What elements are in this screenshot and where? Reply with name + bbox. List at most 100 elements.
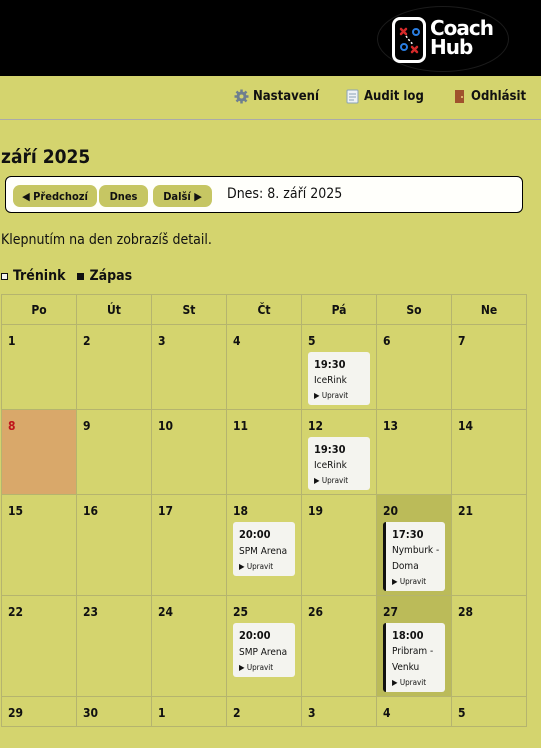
training-event[interactable]: 20:00 SMP Arena ▶ Upravit xyxy=(233,623,295,677)
training-event[interactable]: 19:30 IceRink ▶ Upravit xyxy=(308,437,370,490)
weekday-header-row: Po Út St Čt Pá So Ne xyxy=(1,294,527,325)
training-event[interactable]: 19:30 IceRink ▶ Upravit xyxy=(308,352,370,405)
day-cell[interactable]: 3 xyxy=(151,324,227,410)
day-cell[interactable]: 4 xyxy=(376,696,452,727)
day-cell[interactable]: 5 xyxy=(451,696,527,727)
day-number: 16 xyxy=(83,504,99,518)
day-cell[interactable]: 16 xyxy=(76,494,152,596)
event-time: 17:30 xyxy=(392,528,424,541)
weekday-header: St xyxy=(151,294,227,325)
day-cell[interactable]: 2 xyxy=(226,696,302,727)
today-date-label: Dnes: 8. září 2025 xyxy=(227,186,343,202)
event-edit-link[interactable]: ▶ Upravit xyxy=(392,576,441,588)
nav-settings-label: Nastavení xyxy=(253,89,320,104)
month-title: září 2025 xyxy=(1,146,91,168)
training-event[interactable]: 20:00 SPM Arena ▶ Upravit xyxy=(233,522,295,576)
day-number: 5 xyxy=(308,334,316,348)
calendar-toolbar: ◀ Předchozí Dnes Další ▶ Dnes: 8. září 2… xyxy=(5,176,523,213)
event-edit-link[interactable]: ▶ Upravit xyxy=(239,561,291,573)
day-cell[interactable]: 5 19:30 IceRink ▶ Upravit xyxy=(301,324,377,410)
nav-settings-link[interactable]: Nastavení xyxy=(234,89,319,104)
event-edit-link[interactable]: ▶ Upravit xyxy=(239,662,291,674)
day-number: 4 xyxy=(383,706,391,720)
day-cell[interactable]: 29 xyxy=(1,696,77,727)
day-number: 27 xyxy=(383,605,399,619)
day-cell[interactable]: 26 xyxy=(301,595,377,697)
day-number: 5 xyxy=(458,706,466,720)
week-row: 29 30 1 2 3 4 5 xyxy=(1,696,527,727)
document-icon xyxy=(345,89,360,104)
day-cell[interactable]: 2 xyxy=(76,324,152,410)
event-time: 19:30 xyxy=(314,358,346,371)
day-cell[interactable]: 27 18:00 Pribram - Venku ▶ Upravit xyxy=(376,595,452,697)
day-cell[interactable]: 10 xyxy=(151,409,227,495)
coachhub-logo[interactable]: Coach Hub xyxy=(377,6,509,72)
day-cell[interactable]: 6 xyxy=(376,324,452,410)
day-cell[interactable]: 14 xyxy=(451,409,527,495)
day-number: 2 xyxy=(83,334,91,348)
day-number: 29 xyxy=(8,706,24,720)
day-cell[interactable]: 25 20:00 SMP Arena ▶ Upravit xyxy=(226,595,302,697)
day-cell[interactable]: 4 xyxy=(226,324,302,410)
day-cell[interactable]: 18 20:00 SPM Arena ▶ Upravit xyxy=(226,494,302,596)
event-edit-link[interactable]: ▶ Upravit xyxy=(314,475,366,487)
event-title: IceRink xyxy=(314,460,347,471)
day-number: 30 xyxy=(83,706,99,720)
day-cell[interactable]: 1 xyxy=(1,324,77,410)
day-cell[interactable]: 12 19:30 IceRink ▶ Upravit xyxy=(301,409,377,495)
day-number: 19 xyxy=(308,504,324,518)
training-legend-swatch xyxy=(1,272,8,280)
calendar-grid: Po Út St Čt Pá So Ne 1 2 3 4 5 19:30 Ice… xyxy=(1,294,527,727)
day-number: 4 xyxy=(233,334,241,348)
nav-audit-log-label: Audit log xyxy=(364,89,424,104)
next-month-button[interactable]: Další ▶ xyxy=(153,185,212,207)
logo-text-hub: Hub xyxy=(430,35,473,59)
weekday-header: Út xyxy=(76,294,152,325)
week-row: 8 9 10 11 12 19:30 IceRink ▶ Upravit 13 … xyxy=(1,409,527,495)
previous-month-button[interactable]: ◀ Předchozí xyxy=(13,185,97,207)
event-title: Nymburk - Doma xyxy=(392,545,440,572)
match-event[interactable]: 17:30 Nymburk - Doma ▶ Upravit xyxy=(383,522,445,591)
day-number: 28 xyxy=(458,605,474,619)
day-number: 12 xyxy=(308,419,324,433)
day-cell[interactable]: 15 xyxy=(1,494,77,596)
event-edit-link[interactable]: ▶ Upravit xyxy=(392,677,441,689)
day-cell[interactable]: 21 xyxy=(451,494,527,596)
event-edit-link[interactable]: ▶ Upravit xyxy=(314,390,366,402)
nav-logout-link[interactable]: Odhlásit xyxy=(452,89,526,104)
nav-audit-log-link[interactable]: Audit log xyxy=(345,89,424,104)
day-cell[interactable]: 17 xyxy=(151,494,227,596)
match-event[interactable]: 18:00 Pribram - Venku ▶ Upravit xyxy=(383,623,445,692)
day-number: 14 xyxy=(458,419,474,433)
day-cell[interactable]: 7 xyxy=(451,324,527,410)
event-title: SMP Arena xyxy=(239,647,288,658)
day-number: 1 xyxy=(8,334,16,348)
day-cell[interactable]: 20 17:30 Nymburk - Doma ▶ Upravit xyxy=(376,494,452,596)
event-heading: 20:00 SMP Arena xyxy=(239,628,291,661)
day-cell[interactable]: 3 xyxy=(301,696,377,727)
day-cell[interactable]: 9 xyxy=(76,409,152,495)
day-number: 24 xyxy=(158,605,174,619)
day-cell[interactable]: 23 xyxy=(76,595,152,697)
day-cell[interactable]: 1 xyxy=(151,696,227,727)
logo-text: Coach Hub xyxy=(430,18,494,59)
week-row: 1 2 3 4 5 19:30 IceRink ▶ Upravit 6 7 xyxy=(1,324,527,410)
day-number: 2 xyxy=(233,706,241,720)
event-title: Pribram - Venku xyxy=(392,646,434,673)
day-cell[interactable]: 13 xyxy=(376,409,452,495)
day-cell[interactable]: 22 xyxy=(1,595,77,697)
day-number: 7 xyxy=(458,334,466,348)
day-cell[interactable]: 28 xyxy=(451,595,527,697)
day-cell[interactable]: 30 xyxy=(76,696,152,727)
day-number: 15 xyxy=(8,504,24,518)
day-cell-today[interactable]: 8 xyxy=(1,409,77,495)
day-number: 18 xyxy=(233,504,249,518)
day-cell[interactable]: 24 xyxy=(151,595,227,697)
today-button[interactable]: Dnes xyxy=(99,185,148,207)
day-cell[interactable]: 11 xyxy=(226,409,302,495)
day-number: 26 xyxy=(308,605,324,619)
nav-bar: Nastavení Audit log Odhlásit xyxy=(0,76,541,120)
weekday-header: Ne xyxy=(451,294,527,325)
day-cell[interactable]: 19 xyxy=(301,494,377,596)
week-row: 15 16 17 18 20:00 SPM Arena ▶ Upravit 19… xyxy=(1,494,527,596)
